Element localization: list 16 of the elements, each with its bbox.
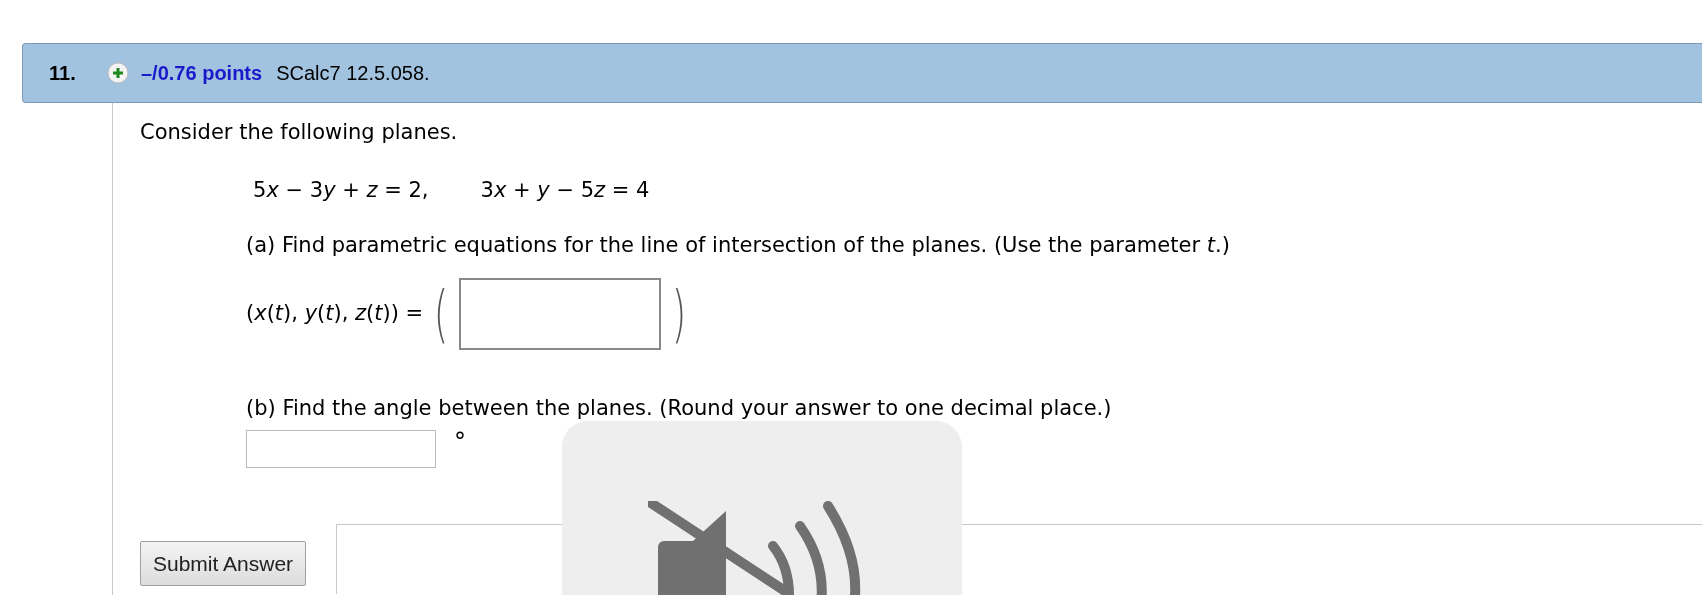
equation: 3x + y − 5z = 4 <box>480 176 650 204</box>
points-link[interactable]: –/0.76 points <box>141 58 263 88</box>
prompt-text: Consider the following planes. <box>140 119 459 146</box>
equation-label: (x(t), y(t), z(t)) = <box>246 299 424 327</box>
degree-unit: ° <box>454 430 466 454</box>
equation: 5x − 3y + z = 2, <box>253 176 429 204</box>
close-paren: ) <box>672 282 687 345</box>
question-text: (a) Find parametric equations for the line of intersection of the planes. (Use the parameter t.) <box>246 232 1231 259</box>
answer-field[interactable] <box>246 430 436 468</box>
question-number: 11. <box>49 61 77 86</box>
question-source: SCalc7 12.5.058. <box>276 61 430 86</box>
answer-field[interactable] <box>459 277 662 350</box>
open-paren: ( <box>434 282 449 345</box>
plus-icon[interactable] <box>107 62 129 84</box>
submit-button[interactable]: Submit Answer <box>140 540 307 586</box>
question-text: (b) Find the angle between the planes. (Round your answer to one decimal place.) <box>246 394 1113 422</box>
